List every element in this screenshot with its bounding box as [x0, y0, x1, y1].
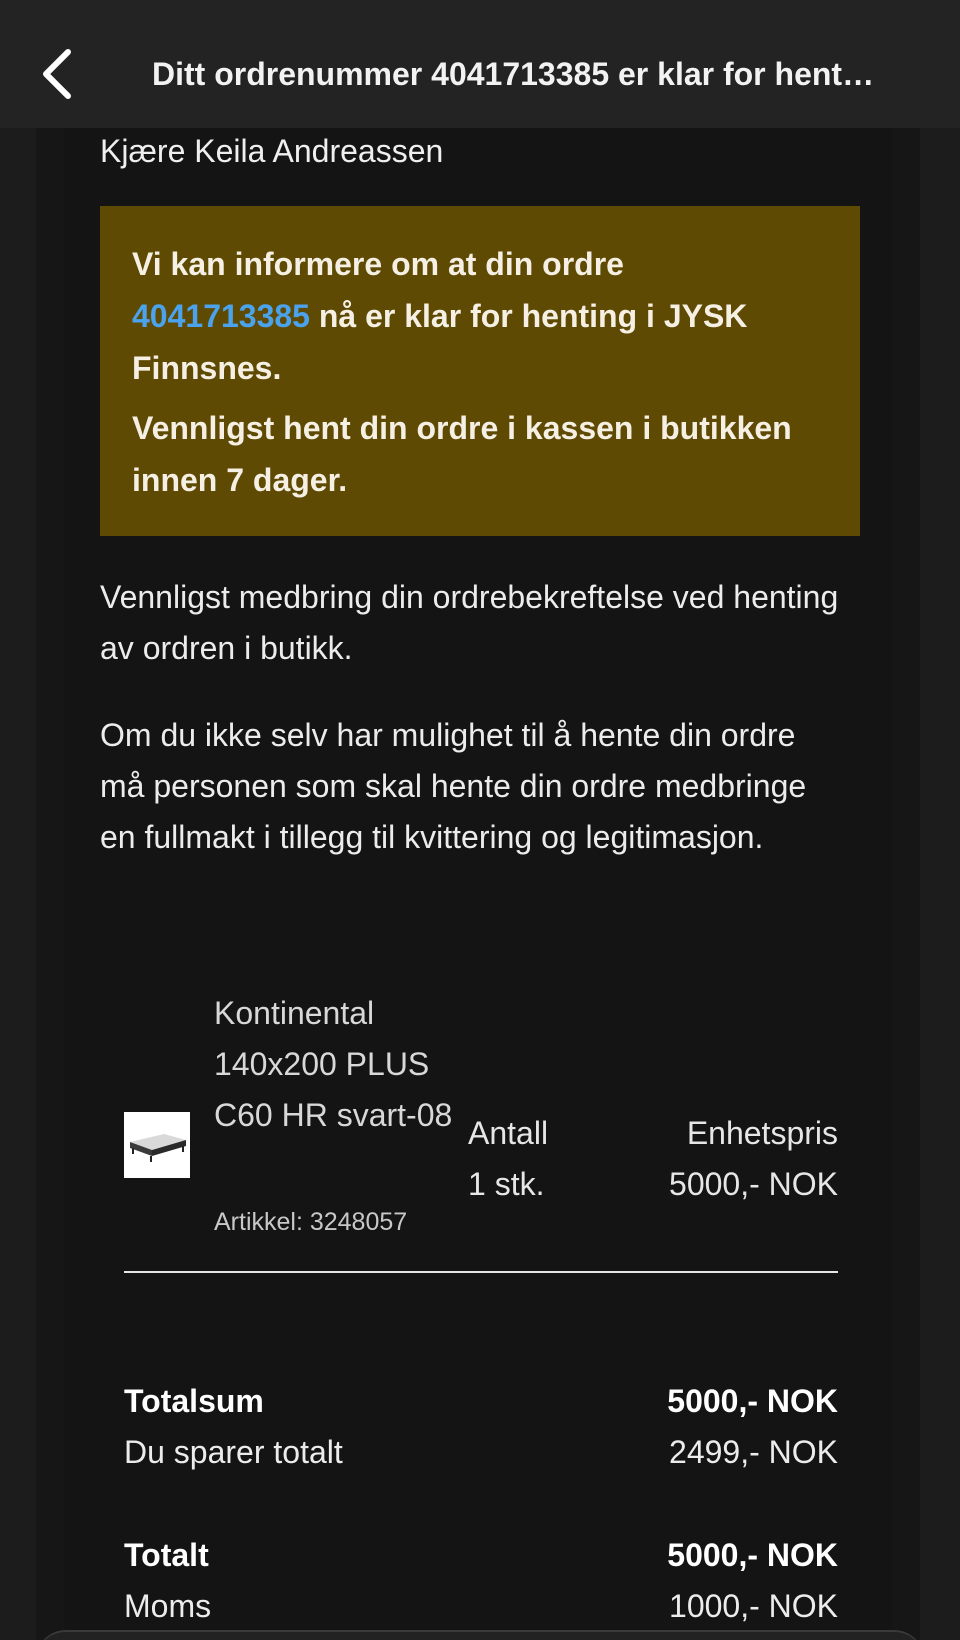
- product-image: [124, 1112, 190, 1178]
- bottom-sheet-edge: [36, 1630, 924, 1640]
- vat-label: Moms: [124, 1588, 212, 1624]
- unit-price-value: 5000,- NOK: [669, 1166, 838, 1202]
- notice-text-1: Vi kan informere om at din ordre 40417133…: [132, 238, 828, 394]
- totalsum-row: Totalsum 5000,- NOK: [124, 1376, 838, 1427]
- quantity-column: Antall 1 stk.: [468, 1108, 548, 1210]
- email-subject: Ditt ordrenummer 4041713385 er klar for …: [152, 56, 875, 92]
- chevron-left-icon: [43, 49, 71, 99]
- notice-prefix: Vi kan informere om at din ordre: [132, 246, 624, 282]
- total-label: Totalt: [124, 1537, 209, 1573]
- pickup-notice: Vi kan informere om at din ordre 40417133…: [100, 206, 860, 536]
- savings-row: Du sparer totalt 2499,- NOK: [124, 1427, 838, 1478]
- greeting: Kjære Keila Andreassen: [100, 133, 444, 169]
- totalsum-label: Totalsum: [124, 1383, 264, 1419]
- savings-value: 2499,- NOK: [669, 1434, 838, 1470]
- notice-text-2: Vennligst hent din ordre i kassen i buti…: [132, 410, 792, 498]
- order-number-link[interactable]: 4041713385: [132, 298, 310, 334]
- vat-row: Moms 1000,- NOK: [124, 1581, 838, 1632]
- bring-confirmation-text: Vennligst medbring din ordrebekreftelse …: [100, 579, 839, 666]
- email-body: Kjære Keila Andreassen Vi kan informere …: [36, 128, 920, 1640]
- product-name: Kontinental 140x200 PLUS C60 HR svart-08: [214, 995, 453, 1133]
- total-value: 5000,- NOK: [667, 1537, 838, 1573]
- unit-price-column: Enhetspris 5000,- NOK: [669, 1108, 838, 1210]
- quantity-value: 1 stk.: [468, 1166, 545, 1202]
- email-content: Kjære Keila Andreassen Vi kan informere …: [64, 128, 892, 1640]
- email-view: Ditt ordrenummer 4041713385 er klar for …: [0, 0, 960, 1640]
- totalsum-value: 5000,- NOK: [667, 1383, 838, 1419]
- savings-label: Du sparer totalt: [124, 1434, 343, 1470]
- vat-value: 1000,- NOK: [669, 1588, 838, 1624]
- back-button[interactable]: [28, 36, 92, 112]
- divider: [124, 1271, 838, 1273]
- authorization-text: Om du ikke selv har mulighet til å hente…: [100, 717, 807, 855]
- order-item-row: Kontinental 140x200 PLUS C60 HR svart-08…: [124, 988, 838, 1248]
- product-sku: Artikkel: 3248057: [214, 1208, 408, 1236]
- quantity-label: Antall: [468, 1115, 549, 1151]
- total-row: Totalt 5000,- NOK: [124, 1530, 838, 1581]
- unit-price-label: Enhetspris: [686, 1115, 838, 1151]
- bed-icon: [124, 1112, 190, 1178]
- header-bar: Ditt ordrenummer 4041713385 er klar for …: [0, 0, 960, 128]
